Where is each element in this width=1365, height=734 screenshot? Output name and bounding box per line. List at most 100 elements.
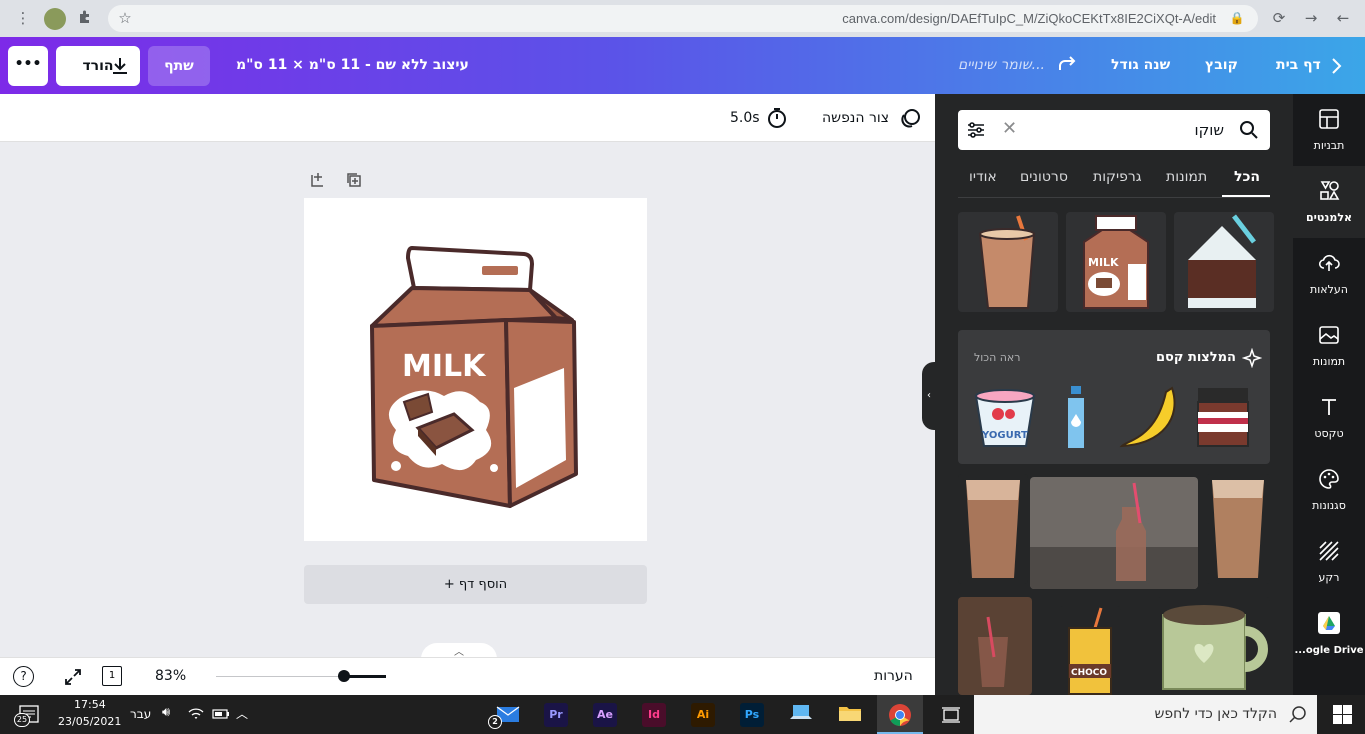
help-button[interactable]: ?	[13, 666, 34, 687]
fullscreen-icon[interactable]	[63, 667, 83, 687]
page-count-badge[interactable]: 1	[102, 666, 122, 686]
more-options-button[interactable]: •••	[8, 46, 48, 86]
rail-item-uploads[interactable]: העלאות	[1293, 238, 1365, 310]
milk-carton-graphic[interactable]: MILK	[304, 198, 647, 541]
design-page[interactable]: MILK	[304, 198, 647, 541]
animate-button[interactable]: צור הנפשה	[822, 110, 889, 126]
reload-icon[interactable]: ⟳	[1270, 9, 1288, 27]
magic-item-chocolate-spread[interactable]	[1194, 384, 1252, 450]
result-choco-juice-box[interactable]: CHOCO	[1059, 606, 1121, 695]
wifi-icon[interactable]	[188, 707, 204, 721]
download-icon	[113, 58, 127, 74]
result-chocolate-milk-glass-1[interactable]	[958, 474, 1028, 584]
tab-graphics[interactable]: גרפיקות	[1093, 169, 1142, 185]
notifications-count: 25	[14, 713, 30, 727]
photoshop-app-icon[interactable]: Ps	[740, 703, 764, 727]
magic-item-water-bottle[interactable]	[1062, 384, 1090, 450]
editor-toolbar: 5.0s צור הנפשה	[0, 94, 935, 142]
thumb-milk-text: MILK	[1088, 256, 1119, 269]
volume-icon[interactable]: 🔊︎	[162, 705, 170, 720]
rail-item-templates[interactable]: תבניות	[1293, 94, 1365, 166]
profile-avatar[interactable]	[44, 8, 66, 30]
illustrator-app-icon[interactable]: Ai	[691, 703, 715, 727]
chrome-app-icon[interactable]	[877, 695, 923, 734]
see-all-link[interactable]: ראה הכול	[974, 351, 1021, 364]
search-input[interactable]: שוקו	[1195, 121, 1224, 139]
background-icon	[1319, 541, 1339, 561]
search-box[interactable]: ✕ שוקו	[958, 110, 1270, 150]
timer-icon[interactable]	[766, 107, 788, 129]
zoom-slider[interactable]	[216, 670, 386, 682]
notifications-icon[interactable]: 25	[14, 705, 40, 727]
taskbar-search-box[interactable]: הקלד כאן כדי לחפש	[974, 695, 1317, 734]
forward-icon[interactable]: →	[1302, 9, 1320, 27]
magic-item-banana[interactable]	[1118, 384, 1182, 450]
more-vert-icon[interactable]: ⋮	[14, 9, 32, 27]
indesign-app-icon[interactable]: Id	[642, 703, 666, 727]
notes-button[interactable]: הערות	[874, 668, 913, 684]
zoom-level[interactable]: 83%	[155, 668, 186, 684]
rail-item-elements[interactable]: אלמנטים	[1293, 166, 1365, 238]
task-view-icon[interactable]	[941, 705, 961, 725]
result-chocolate-milk-glass-2[interactable]	[1206, 474, 1270, 584]
after-effects-app-icon[interactable]: Ae	[593, 703, 617, 727]
filter-icon[interactable]	[966, 120, 986, 140]
language-indicator[interactable]: עבר	[130, 707, 151, 721]
result-chocolate-glass[interactable]	[958, 212, 1058, 312]
add-page-button[interactable]: + הוסף דף	[304, 565, 647, 604]
lock-icon[interactable]: 🔒	[1228, 9, 1246, 27]
file-explorer-app-icon[interactable]	[838, 703, 862, 727]
resize-button[interactable]: שנה גודל	[1111, 57, 1170, 73]
taskbar-search-icon	[1289, 706, 1306, 723]
rail-label-google-drive: ...ogle Drive	[1294, 645, 1364, 656]
tab-videos[interactable]: סרטונים	[1020, 169, 1068, 185]
rail-item-styles[interactable]: סגנונות	[1293, 454, 1365, 526]
vertical-scrollbar[interactable]	[3, 148, 13, 628]
file-menu-button[interactable]: קובץ	[1205, 57, 1238, 73]
battery-icon[interactable]	[212, 709, 230, 719]
duplicate-page-icon[interactable]	[345, 171, 363, 189]
result-choco-box[interactable]	[1174, 212, 1274, 312]
tab-all[interactable]: הכל	[1234, 169, 1260, 185]
design-title[interactable]: עיצוב ללא שם - 11 ס"מ × 11 ס"מ	[236, 57, 469, 73]
share-button[interactable]: שתף	[148, 46, 210, 86]
clock-date[interactable]: 23/05/2021	[58, 715, 121, 728]
rail-item-google-drive[interactable]: ...ogle Drive	[1293, 598, 1365, 670]
show-hidden-icons-icon[interactable]: ︿	[236, 705, 248, 722]
result-green-mug[interactable]	[1157, 597, 1270, 695]
upload-cloud-icon	[1318, 254, 1340, 271]
editor-area: 5.0s צור הנפשה MILK + הוסף דף ︿ הערות 83…	[0, 94, 935, 695]
rail-item-text[interactable]: טקסט	[1293, 382, 1365, 454]
clock-time[interactable]: 17:54	[74, 698, 106, 711]
download-button[interactable]: הורד	[56, 46, 140, 86]
rail-item-background[interactable]: רקע	[1293, 526, 1365, 598]
result-cocoa-photo[interactable]	[958, 597, 1032, 695]
google-drive-icon	[1318, 612, 1340, 634]
extensions-icon[interactable]	[76, 9, 94, 27]
this-pc-app-icon[interactable]	[789, 703, 813, 727]
zoom-slider-knob[interactable]	[337, 670, 350, 682]
duration-value[interactable]: 5.0s	[730, 110, 760, 126]
magic-item-yogurt[interactable]: YOGURT	[972, 384, 1038, 450]
result-milk-bottle-photo[interactable]	[1030, 477, 1198, 589]
collapse-panel-handle[interactable]: ‹	[922, 362, 936, 430]
address-bar[interactable]: ☆ canva.com/design/DAEfTuIpC_M/ZiQkoCEKt…	[108, 5, 1258, 32]
tab-photos[interactable]: תמונות	[1166, 169, 1207, 185]
chevron-right-icon[interactable]	[1330, 57, 1342, 75]
result-milk-carton[interactable]: MILK	[1066, 212, 1166, 312]
mail-app-icon[interactable]: 2	[488, 703, 520, 729]
canva-header: ••• הורד שתף עיצוב ללא שם - 11 ס"מ × 11 …	[0, 37, 1365, 94]
star-icon[interactable]: ☆	[116, 9, 134, 27]
back-icon[interactable]: ←	[1334, 9, 1352, 27]
animate-icon[interactable]	[899, 107, 921, 129]
search-icon[interactable]	[1238, 119, 1260, 141]
windows-start-icon[interactable]	[1333, 705, 1352, 724]
clear-search-icon[interactable]: ✕	[1002, 118, 1017, 139]
home-button[interactable]: דף בית	[1276, 57, 1321, 73]
add-page-icon[interactable]	[309, 171, 327, 189]
tab-audio[interactable]: אודיו	[969, 169, 997, 185]
premiere-app-icon[interactable]: Pr	[544, 703, 568, 727]
rail-item-photos[interactable]: תמונות	[1293, 310, 1365, 382]
zoom-slider-fill	[343, 675, 386, 678]
redo-icon[interactable]	[1056, 55, 1078, 75]
